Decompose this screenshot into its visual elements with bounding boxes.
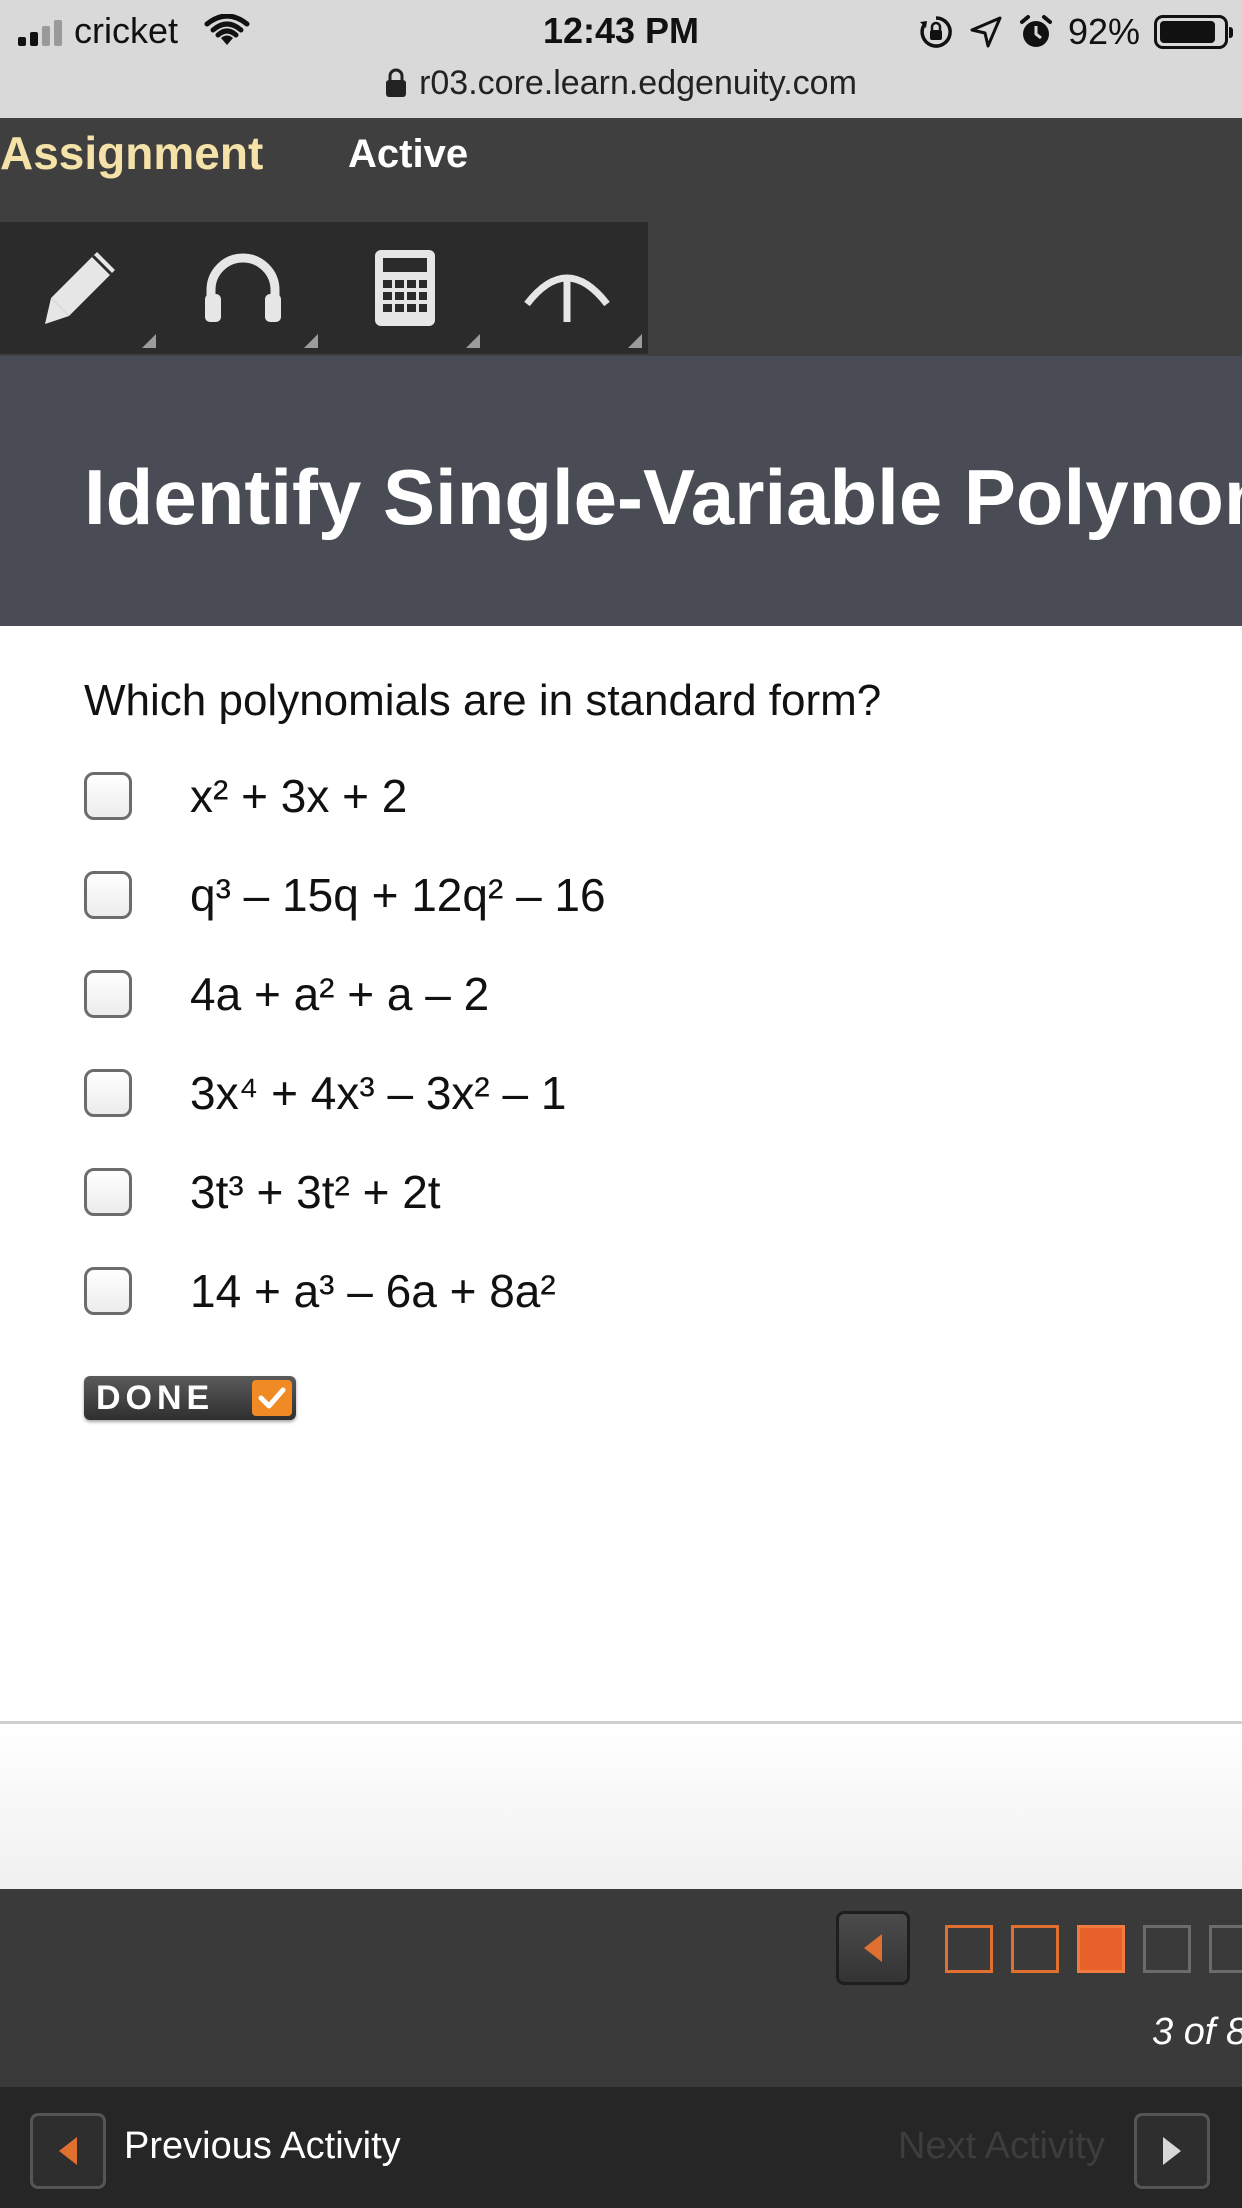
option-label: 4a + a² + a – 2 (190, 968, 490, 1020)
option-label: 3x⁴ + 4x³ – 3x² – 1 (190, 1067, 567, 1119)
alarm-icon (1019, 15, 1052, 47)
next-activity-label: Next Activity (898, 2125, 1105, 2167)
url-text: r03.core.learn.edgenuity.com (419, 63, 857, 102)
tool-row (0, 220, 1242, 356)
status-bar: cricket 12:43 PM 92% r03.core.learn.edge… (0, 0, 1242, 118)
arrow-right-icon (1163, 2137, 1181, 2165)
next-activity-button[interactable] (1134, 2113, 1210, 2189)
pencil-icon (45, 252, 115, 324)
option-checkbox[interactable] (84, 871, 132, 919)
lock-icon (386, 68, 407, 97)
option-checkbox[interactable] (84, 772, 132, 820)
dropdown-corner-icon (142, 334, 156, 348)
answer-option[interactable]: q³ – 15q + 12q² – 16 (84, 865, 1084, 925)
calculator-tool-button[interactable] (324, 222, 486, 354)
option-checkbox[interactable] (84, 970, 132, 1018)
pencil-tool-button[interactable] (0, 222, 162, 354)
battery-percentage: 92% (1067, 11, 1140, 52)
assignment-title: Assignment (0, 127, 264, 179)
audio-tool-button[interactable] (162, 222, 324, 354)
activity-pager: 3 of 8 (0, 1889, 1242, 2087)
option-label: q³ – 15q + 12q² – 16 (190, 869, 606, 921)
reference-tool-button[interactable] (486, 222, 648, 354)
toolbar (0, 222, 648, 354)
pager-page-3-current[interactable] (1077, 1925, 1125, 1973)
option-checkbox[interactable] (84, 1168, 132, 1216)
footer-spacer (0, 1724, 1242, 1889)
dropdown-corner-icon (466, 334, 480, 348)
headphones-icon (205, 253, 281, 322)
done-label: DONE (96, 1378, 215, 1417)
location-icon (970, 16, 1002, 48)
pager-page-4[interactable] (1143, 1925, 1191, 1973)
activity-navigation: Previous Activity Next Activity (0, 2087, 1242, 2208)
dropdown-corner-icon (628, 334, 642, 348)
assignment-status: Active (348, 132, 469, 176)
address-bar[interactable]: r03.core.learn.edgenuity.com (0, 58, 1242, 108)
previous-activity-button[interactable] (30, 2113, 106, 2189)
done-button[interactable]: DONE (84, 1376, 296, 1420)
answer-option[interactable]: 3t³ + 3t² + 2t (84, 1162, 1084, 1222)
option-label: 3t³ + 3t² + 2t (190, 1166, 441, 1218)
assignment-header: Assignment Active (0, 118, 1242, 220)
pager-page-5[interactable] (1209, 1925, 1242, 1973)
previous-activity-label[interactable]: Previous Activity (124, 2125, 401, 2168)
reference-icon (524, 274, 610, 322)
dropdown-corner-icon (304, 334, 318, 348)
answer-option[interactable]: 3x⁴ + 4x³ – 3x² – 1 (84, 1063, 1084, 1123)
arrow-left-icon (59, 2137, 77, 2165)
option-label: 14 + a³ – 6a + 8a² (190, 1265, 556, 1317)
battery-icon (1154, 15, 1233, 49)
page-title: Identify Single-Variable Polynomials (84, 453, 1242, 541)
rotation-lock-icon (919, 16, 952, 48)
answer-option[interactable]: 4a + a² + a – 2 (84, 964, 1084, 1024)
checkmark-icon (252, 1380, 292, 1416)
pager-page-2[interactable] (1011, 1925, 1059, 1973)
option-label: x² + 3x + 2 (190, 770, 408, 822)
pager-previous-button[interactable] (836, 1911, 910, 1985)
pager-page-1[interactable] (945, 1925, 993, 1973)
option-checkbox[interactable] (84, 1069, 132, 1117)
answer-option[interactable]: 14 + a³ – 6a + 8a² (84, 1261, 1084, 1321)
lesson-title-band: Identify Single-Variable Polynomials (0, 356, 1242, 626)
answer-option[interactable]: x² + 3x + 2 (84, 766, 1084, 826)
calculator-icon (375, 250, 435, 326)
pager-count: 3 of 8 (1152, 2011, 1242, 2053)
arrow-left-icon (864, 1934, 882, 1962)
option-checkbox[interactable] (84, 1267, 132, 1315)
question-prompt: Which polynomials are in standard form? (84, 676, 882, 725)
